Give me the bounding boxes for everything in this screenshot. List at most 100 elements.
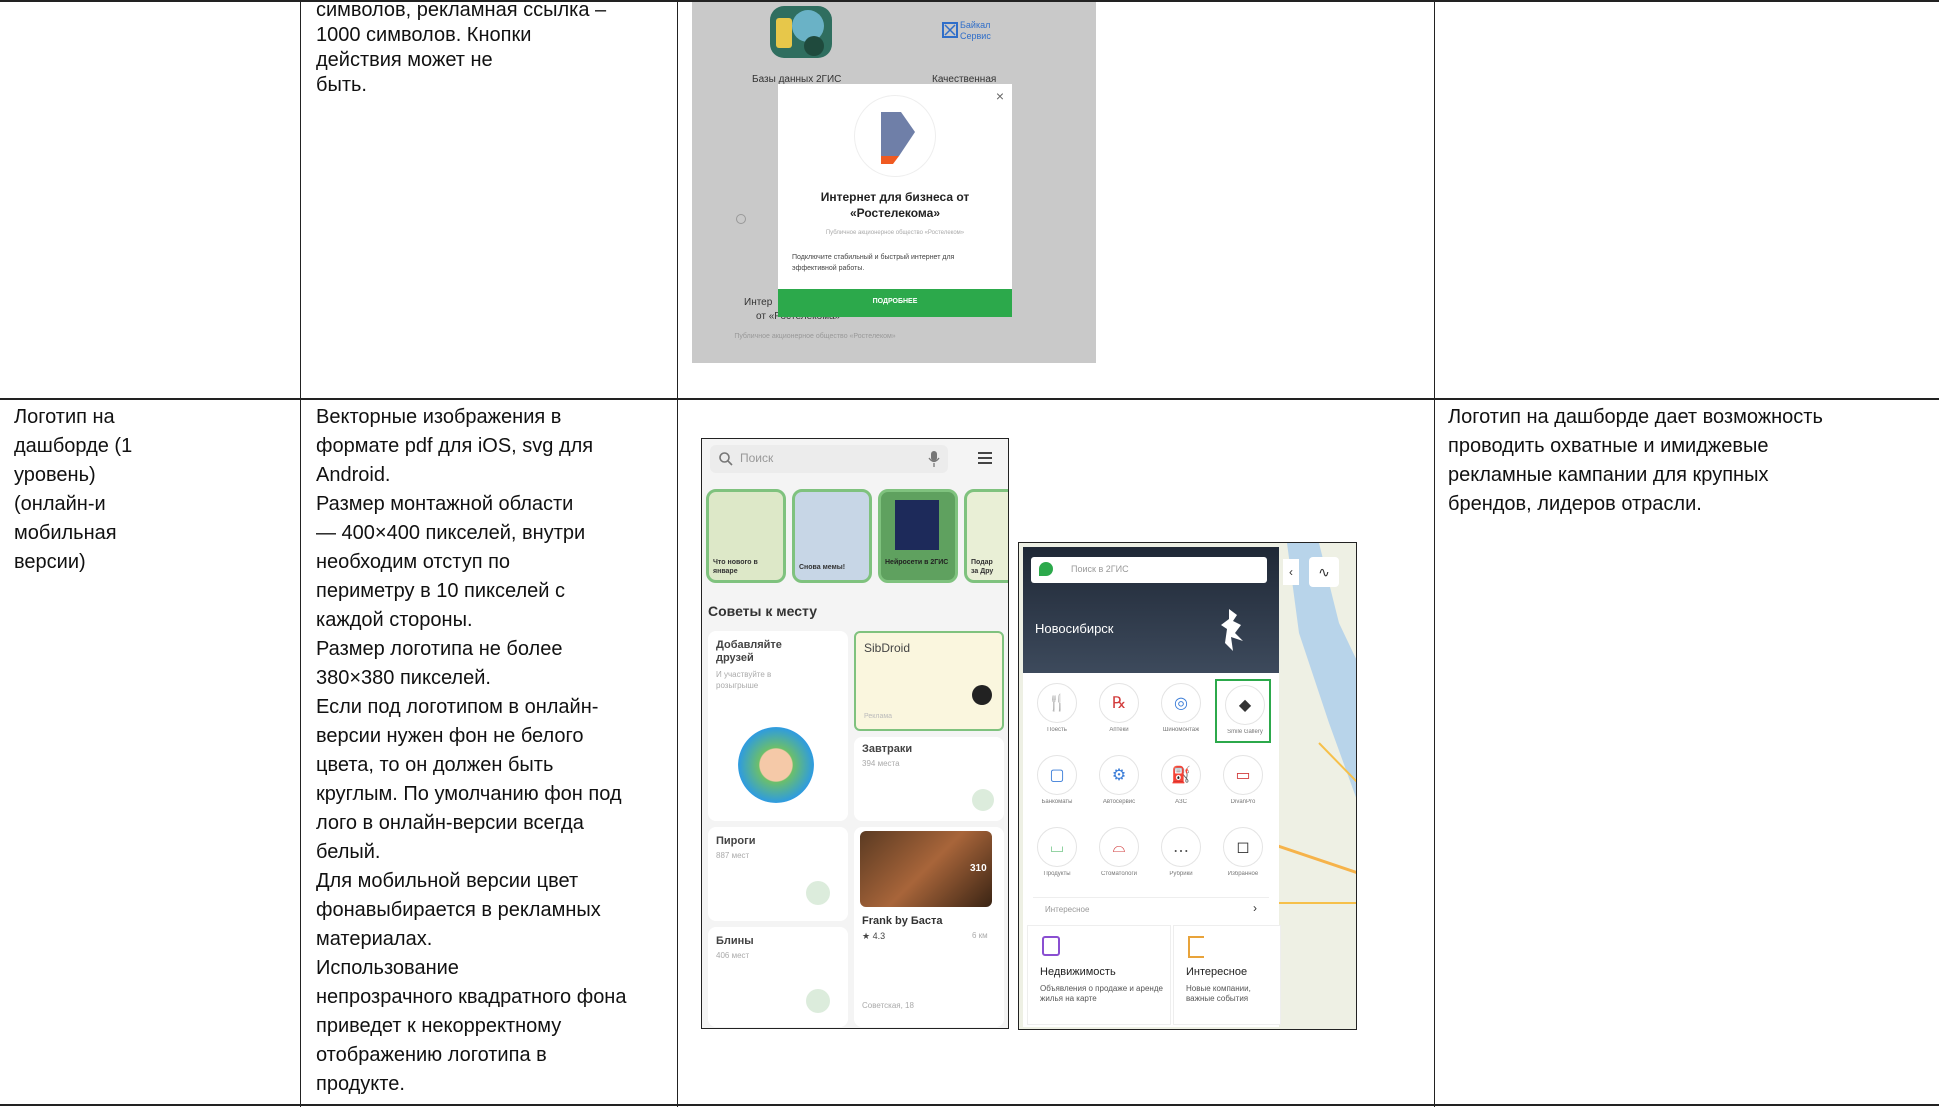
text-line: приведет к некорректному (316, 1015, 562, 1037)
text-line: белый. (316, 841, 381, 863)
promo-card[interactable]: Интересное Новые компании, важные событи… (1173, 925, 1281, 1025)
category-item[interactable]: ⌓ Стоматологи (1091, 823, 1147, 887)
search-icon (719, 452, 733, 466)
text-line: проводить охватные и имиджевые (1448, 435, 1769, 457)
text-line: уровень) (14, 464, 96, 486)
rostelecom-logo (855, 96, 935, 176)
fork-knife-icon: 🍴 (1037, 683, 1077, 723)
place-card[interactable]: 310 Frank by Баста ★ 4.3 6 км Советская,… (854, 827, 1004, 1027)
text-line: рекламные кампании для крупных (1448, 464, 1769, 486)
text-line: продукте. (316, 1073, 405, 1095)
category-item[interactable]: ℞ Аптеки (1091, 679, 1147, 743)
text-line: Векторные изображения в (316, 406, 562, 428)
car-service-icon: ⚙ (1099, 755, 1139, 795)
story-card[interactable]: Нейросети в 2ГИС (878, 489, 958, 583)
category-label: Smile Gallery (1227, 729, 1263, 735)
modal-company: Публичное акционерное общество «Ростелек… (825, 230, 965, 236)
story-card[interactable]: Подар за Дру (964, 489, 1008, 583)
close-icon[interactable]: × (996, 88, 1004, 104)
row-divider (0, 398, 1939, 400)
category-label: Поесть (1047, 727, 1067, 733)
text-line: 380×380 пикселей. (316, 667, 491, 689)
story-card[interactable]: Снова мемы! (792, 489, 872, 583)
category-item[interactable]: 🍴 Поесть (1029, 679, 1085, 743)
row2-benefit: Логотип на дашборде дает возможность про… (1448, 403, 1928, 519)
bottom-card-title: Интер (744, 297, 773, 308)
sofa-icon: ▭ (1223, 755, 1263, 795)
category-item[interactable]: ◻ Избранное (1215, 823, 1271, 887)
interesting-divider (1033, 897, 1269, 898)
text-line: дашборде (1 (14, 435, 133, 457)
category-item[interactable]: ⌴ Продукты (1029, 823, 1085, 887)
photo-badge: 310 (970, 863, 987, 874)
table-bottom-border (0, 1104, 1939, 1106)
place-title: Frank by Баста (862, 915, 943, 927)
category-item[interactable]: ◆ Smile Gallery (1215, 679, 1271, 743)
info-icon (736, 214, 746, 224)
tip-card[interactable]: Добавляйте друзей И участвуйте в розыгры… (708, 631, 848, 821)
text-line: Использование (316, 957, 459, 979)
promo-text: Объявления о продаже и аренде жилья на к… (1040, 984, 1163, 1003)
text-line: действия может не (316, 49, 493, 71)
category-item[interactable]: ▭ DivanPro (1215, 751, 1271, 815)
tip-card-title: Пироги (716, 835, 756, 847)
house-icon (1042, 936, 1060, 956)
breakfast-icon (972, 789, 994, 811)
place-rating: ★ 4.3 (862, 931, 886, 941)
ad-card-sibdroid[interactable]: SibDroid Реклама (854, 631, 1004, 731)
category-label: Продукты (1043, 871, 1071, 877)
search-bar[interactable]: Поиск (710, 445, 948, 473)
basket-icon: ⌴ (1037, 827, 1077, 867)
tip-card-sub: 406 мест (716, 951, 750, 960)
city-header: Поиск в 2ГИС Новосибирск (1023, 547, 1279, 673)
text-line: Если под логотипом в онлайн- (316, 696, 599, 718)
chevron-right-icon[interactable]: › (1253, 901, 1257, 915)
route-button[interactable]: ∿ (1309, 557, 1339, 587)
collapse-button[interactable]: ‹ (1283, 559, 1299, 585)
text-line: Для мобильной версии цвет (316, 870, 579, 892)
text-line: Логотип на (14, 406, 115, 428)
search-placeholder: Поиск в 2ГИС (1071, 564, 1129, 574)
promo-title: Интересное (1186, 966, 1248, 978)
modal-title-1: Интернет для бизнеса от (820, 190, 970, 204)
text-line: непрозрачного квадратного фона (316, 986, 627, 1008)
text-line: формате pdf для iOS, svg для (316, 435, 594, 457)
tip-card[interactable]: Завтраки 394 места (854, 737, 1004, 821)
text-line: отображению логотипа в (316, 1044, 547, 1066)
col-divider-1 (300, 0, 301, 1107)
category-item[interactable]: ⛽ АЗС (1153, 751, 1209, 815)
tire-icon: ◎ (1161, 683, 1201, 723)
promo-card[interactable]: Недвижимость Объявления о продаже и арен… (1027, 925, 1171, 1025)
text-line: цвета, то он должен быть (316, 754, 554, 776)
tip-card-sub: 887 мест (716, 851, 750, 860)
tip-card-title: Завтраки (862, 743, 913, 755)
modal-title-2: «Ростелекома» (850, 206, 940, 220)
navigation-icon (972, 685, 992, 705)
row2-feature-name: Логотип на дашборде (1 уровень) (онлайн-… (14, 403, 294, 577)
category-item[interactable]: ⚙ Автосервис (1091, 751, 1147, 815)
friends-illustration (738, 727, 814, 803)
sidebar-panel: Поиск в 2ГИС Новосибирск 🍴 Поесть ℞ Аптеки ◎… (1023, 547, 1281, 1027)
tip-card[interactable]: Пироги 887 мест (708, 827, 848, 921)
more-icon: … (1161, 827, 1201, 867)
bookmark-icon: ◻ (1223, 827, 1263, 867)
search-placeholder: Поиск (740, 451, 774, 465)
story-card[interactable]: Что нового в январе (706, 489, 786, 583)
category-label: Шиномонтаж (1162, 727, 1200, 733)
category-item[interactable]: ◎ Шиномонтаж (1153, 679, 1209, 743)
menu-icon[interactable] (978, 452, 992, 464)
microphone-icon[interactable] (928, 451, 940, 467)
pill-icon: ℞ (1099, 683, 1139, 723)
category-item[interactable]: … Рубрики (1153, 823, 1209, 887)
details-button[interactable]: ПОДРОБНЕЕ (778, 289, 1012, 317)
diamond-icon: ◆ (1225, 685, 1265, 725)
text-line: материалах. (316, 928, 433, 950)
tip-card[interactable]: Блины 406 мест (708, 927, 848, 1027)
category-label: DivanPro (1230, 799, 1256, 805)
category-item[interactable]: ▢ Банкоматы (1029, 751, 1085, 815)
category-label: Аптеки (1109, 727, 1129, 733)
col-divider-3 (1434, 0, 1435, 1107)
mobile-app-screenshot: Поиск Что нового в январе Снова мемы! Не… (701, 438, 1009, 1029)
search-bar[interactable]: Поиск в 2ГИС (1031, 557, 1267, 583)
story-label: Подар за Дру (971, 559, 994, 575)
